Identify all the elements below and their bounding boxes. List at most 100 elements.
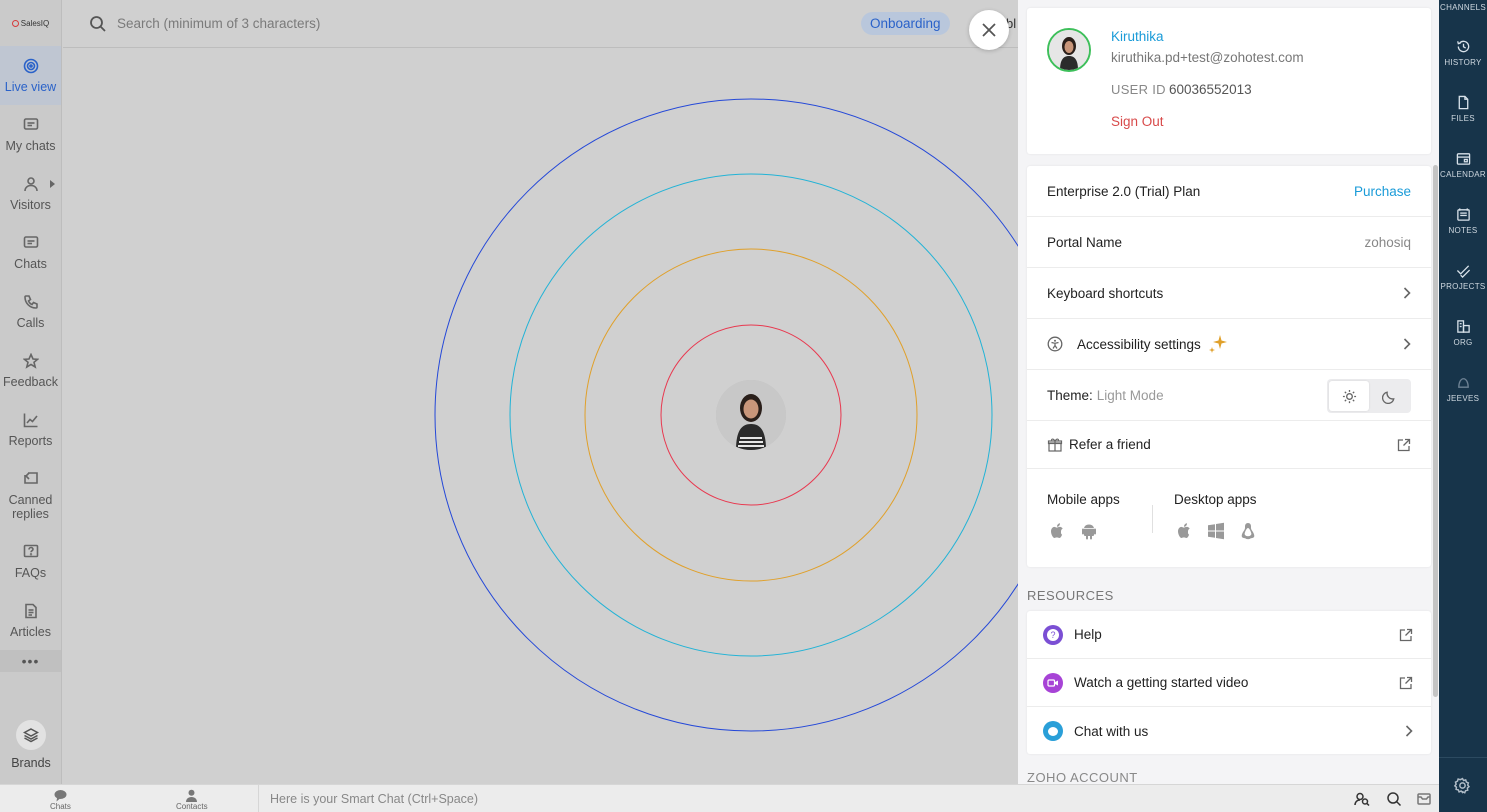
rail-item-label: HISTORY <box>1444 58 1482 67</box>
user-email: kiruthika.pd+test@zohotest.com <box>1111 50 1304 65</box>
chevron-right-icon <box>1403 287 1411 299</box>
resources-section-label: RESOURCES <box>1027 588 1114 603</box>
sidebar-item-canned-replies[interactable]: Canned replies <box>0 459 61 532</box>
calendar-icon <box>1456 153 1470 165</box>
bottom-tab-chats[interactable]: Chats <box>50 789 71 811</box>
sidebar-item-chats[interactable]: Chats <box>0 223 61 282</box>
rail-divider <box>1439 757 1487 758</box>
contacts-search-icon[interactable] <box>1354 791 1370 807</box>
dark-mode-button[interactable] <box>1369 381 1409 411</box>
external-link-icon <box>1397 438 1411 451</box>
sidebar-item-label: Visitors <box>10 197 51 212</box>
user-card: Kiruthika kiruthika.pd+test@zohotest.com… <box>1027 8 1431 154</box>
onboarding-chip[interactable]: Onboarding <box>861 12 950 35</box>
phone-icon <box>23 294 38 309</box>
person-icon <box>186 789 198 802</box>
chat-support-icon <box>1043 721 1063 741</box>
sidebar-item-label: Calls <box>16 315 45 330</box>
rail-item-calendar[interactable]: CALENDAR <box>1439 151 1487 179</box>
star-icon <box>22 352 39 369</box>
sidebar-item-faqs[interactable]: FAQs <box>0 532 61 591</box>
windows-icon[interactable] <box>1206 521 1226 541</box>
gear-icon[interactable] <box>1454 777 1471 794</box>
accessibility-settings-row[interactable]: Accessibility settings <box>1027 319 1431 370</box>
agent-avatar[interactable] <box>716 380 786 450</box>
sidebar-item-label: FAQs <box>14 565 47 580</box>
sidebar-more-button[interactable]: ••• <box>0 650 61 672</box>
rail-item-files[interactable]: FILES <box>1439 95 1487 123</box>
panel-scrollbar[interactable] <box>1433 165 1438 697</box>
rail-item-channels[interactable]: CHANNELS <box>1439 3 1487 12</box>
rail-item-jeeves[interactable]: JEEVES <box>1439 375 1487 403</box>
visitors-expand-caret-icon[interactable] <box>50 180 55 188</box>
accessibility-label: Accessibility settings <box>1077 336 1201 352</box>
sidebar-item-label: Feedback <box>3 374 58 389</box>
app-logo[interactable]: SalesIQ <box>0 0 61 46</box>
sidebar-item-reports[interactable]: Reports <box>0 400 61 459</box>
question-icon <box>23 544 38 557</box>
sidebar-item-articles[interactable]: Articles <box>0 591 61 650</box>
rail-item-org[interactable]: ORG <box>1439 319 1487 347</box>
right-app-rail: CHANNELS HISTORY FILES CALENDAR NOTES PR… <box>1439 0 1487 812</box>
chat-with-us-row[interactable]: Chat with us <box>1027 707 1431 755</box>
notification-icon[interactable] <box>1416 791 1432 807</box>
sidebar-item-live-view[interactable]: Live view <box>0 46 61 105</box>
rail-item-label: CALENDAR <box>1440 170 1486 179</box>
external-link-icon <box>1399 628 1413 641</box>
chat-bubble-icon <box>23 117 38 130</box>
resources-card: ? Help Watch a getting started video Cha… <box>1027 611 1431 754</box>
linux-icon[interactable] <box>1238 521 1258 541</box>
purchase-link[interactable]: Purchase <box>1354 184 1411 199</box>
android-icon[interactable] <box>1079 521 1099 541</box>
file-icon <box>1458 95 1468 110</box>
portal-row: Portal Name zohosiq <box>1027 217 1431 268</box>
portal-label: Portal Name <box>1047 234 1123 250</box>
sidebar-item-brands[interactable]: Brands <box>0 720 62 770</box>
person-icon <box>23 176 38 191</box>
top-bar: Onboarding bl <box>63 0 1018 48</box>
getting-started-video-row[interactable]: Watch a getting started video <box>1027 659 1431 707</box>
theme-value: Light Mode <box>1096 387 1164 403</box>
settings-card: Enterprise 2.0 (Trial) Plan Purchase Por… <box>1027 166 1431 567</box>
video-icon <box>1043 672 1063 693</box>
refer-friend-row[interactable]: Refer a friend <box>1027 421 1431 469</box>
salesiq-logo-icon <box>11 19 19 27</box>
bottom-tab-contacts[interactable]: Contacts <box>176 789 208 811</box>
portal-value: zohosiq <box>1364 234 1411 250</box>
canned-icon <box>23 471 38 484</box>
keyboard-shortcuts-row[interactable]: Keyboard shortcuts <box>1027 268 1431 319</box>
sidebar-item-my-chats[interactable]: My chats <box>0 105 61 164</box>
sign-out-link[interactable]: Sign Out <box>1111 114 1164 129</box>
search-icon[interactable] <box>1386 791 1402 807</box>
apple-icon[interactable] <box>1174 521 1194 541</box>
jeeves-icon <box>1457 378 1469 388</box>
search-input[interactable] <box>117 16 797 31</box>
smart-chat-input[interactable]: Here is your Smart Chat (Ctrl+Space) <box>258 785 1346 812</box>
user-name[interactable]: Kiruthika <box>1111 29 1164 44</box>
light-mode-button[interactable] <box>1329 381 1369 411</box>
sidebar-item-label: My chats <box>5 138 56 153</box>
user-avatar[interactable] <box>1047 28 1091 72</box>
rail-item-notes[interactable]: NOTES <box>1439 207 1487 235</box>
sidebar-item-visitors[interactable]: Visitors <box>0 164 61 223</box>
help-row[interactable]: ? Help <box>1027 611 1431 659</box>
check-icon <box>1456 265 1470 278</box>
mobile-apps-icons <box>1047 521 1099 541</box>
moon-icon <box>1381 390 1395 404</box>
close-panel-button[interactable] <box>969 10 1009 50</box>
refer-friend-label: Refer a friend <box>1069 437 1151 452</box>
notes-icon <box>1456 208 1470 221</box>
bottom-bar: Chats Contacts Here is your Smart Chat (… <box>0 784 1439 812</box>
sidebar-item-label: Live view <box>4 79 57 94</box>
desktop-apps-icons <box>1174 521 1258 541</box>
sidebar-item-label: Chats <box>14 256 47 271</box>
sidebar-item-calls[interactable]: Calls <box>0 282 61 341</box>
rail-item-history[interactable]: HISTORY <box>1439 39 1487 67</box>
apps-section: Mobile apps Desktop apps <box>1027 469 1431 567</box>
sidebar-item-feedback[interactable]: Feedback <box>0 341 61 400</box>
rail-item-projects[interactable]: PROJECTS <box>1439 263 1487 291</box>
user-avatar-image <box>1049 30 1089 70</box>
zoho-account-section-label: ZOHO ACCOUNT <box>1027 770 1138 784</box>
apple-icon[interactable] <box>1047 521 1067 541</box>
brands-avatar <box>16 720 46 750</box>
